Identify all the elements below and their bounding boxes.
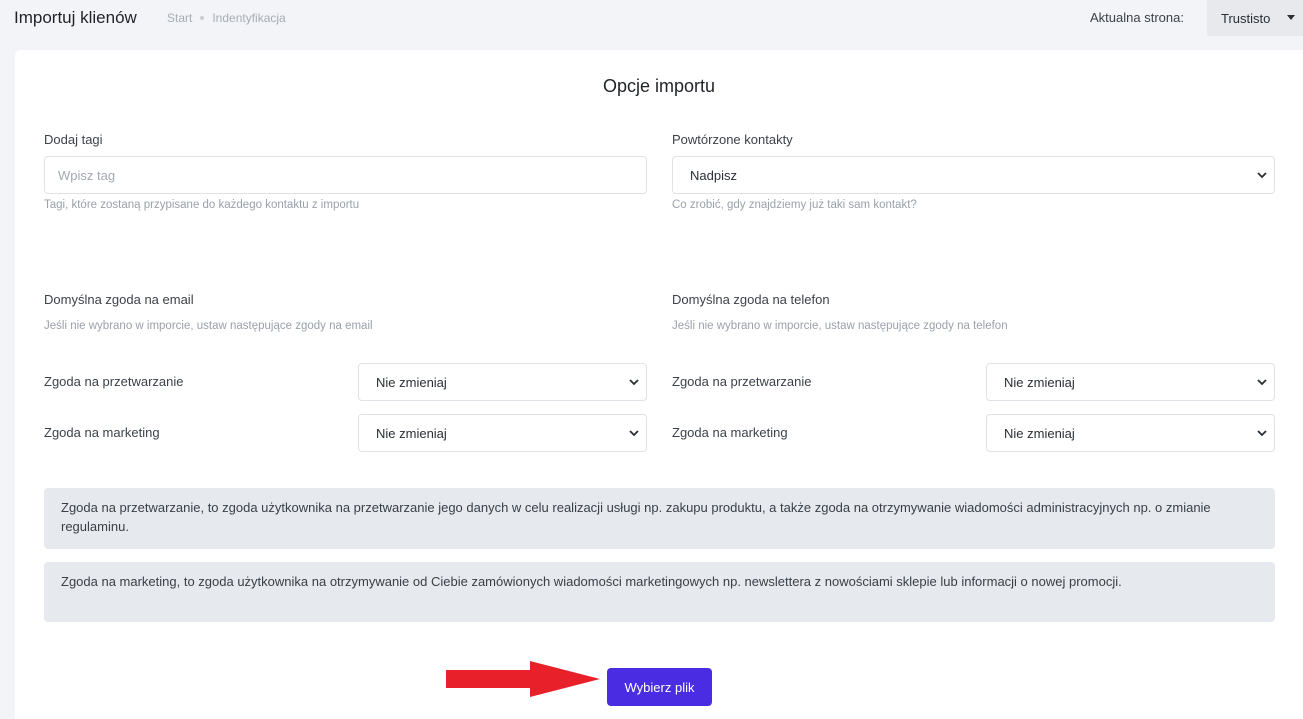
phone-processing-select[interactable]: Nie zmieniaj <box>986 363 1275 401</box>
info-processing: Zgoda na przetwarzanie, to zgoda użytkow… <box>44 488 1275 549</box>
import-options-card: Opcje importu Dodaj tagi Wpisz tag Tagi,… <box>15 50 1303 719</box>
duplicates-select[interactable]: Nadpisz <box>672 156 1275 194</box>
tags-input[interactable]: Wpisz tag <box>44 156 647 194</box>
tags-label: Dodaj tagi <box>44 132 103 147</box>
phone-marketing-select[interactable]: Nie zmieniaj <box>986 414 1275 452</box>
breadcrumb-separator <box>200 16 205 20</box>
chevron-down-icon <box>629 430 639 437</box>
email-marketing-select[interactable]: Nie zmieniaj <box>358 414 647 452</box>
current-store-label: Aktualna strona: <box>1090 10 1184 25</box>
phone-consent-title: Domyślna zgoda na telefon <box>672 292 830 307</box>
phone-consent-help: Jeśli nie wybrano w imporcie, ustaw nast… <box>672 320 1008 332</box>
chevron-down-icon <box>1257 379 1267 386</box>
chevron-down-icon <box>1257 430 1267 437</box>
choose-file-button[interactable]: Wybierz plik <box>607 668 712 706</box>
caret-down-icon <box>1287 15 1295 20</box>
email-marketing-label: Zgoda na marketing <box>44 425 160 440</box>
duplicates-select-value: Nadpisz <box>690 167 737 183</box>
breadcrumb: Start Indentyfikacja <box>167 11 286 25</box>
breadcrumb-start[interactable]: Start <box>167 11 192 25</box>
duplicates-help: Co zrobić, gdy znajdziemy już taki sam k… <box>672 199 917 211</box>
page-title: Importuj klienów <box>14 8 137 27</box>
chevron-down-icon <box>629 379 639 386</box>
email-processing-label: Zgoda na przetwarzanie <box>44 374 184 389</box>
phone-marketing-label: Zgoda na marketing <box>672 425 788 440</box>
duplicates-label: Powtórzone kontakty <box>672 132 793 147</box>
email-processing-select-value: Nie zmieniaj <box>376 374 447 390</box>
email-consent-title: Domyślna zgoda na email <box>44 292 194 307</box>
phone-marketing-select-value: Nie zmieniaj <box>1004 425 1075 441</box>
phone-processing-label: Zgoda na przetwarzanie <box>672 374 812 389</box>
email-consent-help: Jeśli nie wybrano w imporcie, ustaw nast… <box>44 320 373 332</box>
info-marketing: Zgoda na marketing, to zgoda użytkownika… <box>44 562 1275 622</box>
phone-processing-select-value: Nie zmieniaj <box>1004 374 1075 390</box>
store-select-value: Trustisto <box>1221 10 1271 26</box>
red-arrow-icon <box>446 661 600 697</box>
email-marketing-select-value: Nie zmieniaj <box>376 425 447 441</box>
section-title: Opcje importu <box>602 76 716 96</box>
store-select[interactable]: Trustisto <box>1207 0 1303 36</box>
tags-help: Tagi, które zostaną przypisane do każdeg… <box>44 199 360 211</box>
email-processing-select[interactable]: Nie zmieniaj <box>358 363 647 401</box>
top-bar: Importuj klienów Start Indentyfikacja Ak… <box>0 0 1303 36</box>
breadcrumb-identification: Indentyfikacja <box>212 11 286 25</box>
chevron-down-icon <box>1257 172 1267 179</box>
